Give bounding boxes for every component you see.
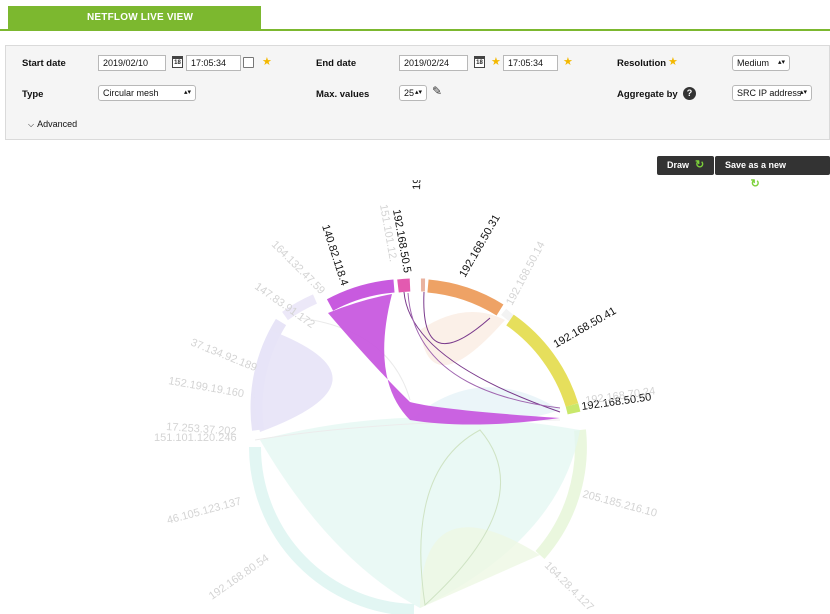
refresh-icon: ↻ xyxy=(695,159,705,171)
tab-underline xyxy=(0,29,830,31)
type-value: Circular mesh xyxy=(103,88,159,98)
select-arrow-icon: ▴▾ xyxy=(183,89,191,96)
node-label-faded: 151.101.120.246 xyxy=(154,432,237,444)
faded-ribbon xyxy=(420,527,540,608)
end-time-input[interactable]: 17:05:34 xyxy=(503,55,558,71)
node-label-faded: 192.168.50.14 xyxy=(504,240,548,308)
node-label: 192.168.70.147 xyxy=(411,180,426,190)
resolution-value: Medium xyxy=(737,58,770,68)
end-date-input[interactable]: 2019/02/24 xyxy=(399,55,468,71)
resolution-label: Resolution xyxy=(617,58,667,69)
max-values-select[interactable]: 25 ▴▾ xyxy=(399,85,427,101)
save-as-new-filter-button[interactable]: Save as a new filter ↻ xyxy=(715,156,830,190)
faded-ribbon xyxy=(254,330,333,432)
select-arrow-icon: ▴▾ xyxy=(799,89,807,96)
start-date-label: Start date xyxy=(22,58,66,69)
node-label-faded: 152.199.19.160 xyxy=(167,375,244,400)
resolution-select[interactable]: Medium ▴▾ xyxy=(732,55,790,71)
node-label: 192.168.50.41 xyxy=(552,305,619,351)
advanced-toggle[interactable]: ⌵ Advanced xyxy=(28,119,77,130)
filter-panel: Start date 2019/02/10 18 17:05:34 ★ End … xyxy=(5,45,830,140)
end-date-label: End date xyxy=(316,58,357,69)
start-date-input[interactable]: 2019/02/10 xyxy=(98,55,166,71)
faded-arc xyxy=(501,308,514,322)
start-date-checkbox[interactable] xyxy=(243,57,254,68)
select-arrow-icon: ▴▾ xyxy=(777,59,785,66)
chord-diagram: 140.82.118.4192.168.50.5192.168.70.14719… xyxy=(154,180,658,614)
chevron-down-icon: ⌵ xyxy=(28,120,35,129)
calendar-icon[interactable]: 18 xyxy=(474,56,485,68)
max-values-value: 25 xyxy=(404,88,415,98)
node-label-faded: 37.134.92.189 xyxy=(189,337,259,374)
star-icon: ★ xyxy=(668,56,678,68)
advanced-label: Advanced xyxy=(37,119,78,129)
tab-bar: NETFLOW LIVE VIEW xyxy=(0,0,830,32)
max-values-label: Max. values xyxy=(316,89,370,100)
faded-ribbon xyxy=(260,417,580,608)
node-label: 192.168.50.31 xyxy=(457,213,503,280)
node-label: 140.82.118.4 xyxy=(319,223,350,287)
draw-label: Draw xyxy=(667,160,690,170)
star-icon: ★ xyxy=(563,56,573,68)
start-time-input[interactable]: 17:05:34 xyxy=(186,55,241,71)
star-icon: ★ xyxy=(491,56,501,68)
tab-netflow-live-view[interactable]: NETFLOW LIVE VIEW xyxy=(8,6,261,31)
node-label-faded: 164.132.47.59 xyxy=(269,239,327,297)
node-label-faded: 46.105.123.137 xyxy=(166,496,243,527)
arc-192-168-50-50 xyxy=(565,403,581,415)
help-icon[interactable]: ? xyxy=(683,87,696,100)
aggregate-by-label: Aggregate by xyxy=(617,89,678,100)
calendar-icon[interactable]: 18 xyxy=(172,56,183,68)
star-icon: ★ xyxy=(262,56,272,68)
node-label-faded: 164.28.4.127 xyxy=(542,560,596,614)
aggregate-by-select[interactable]: SRC IP address ▴▾ xyxy=(732,85,812,101)
draw-button[interactable]: Draw ↻ xyxy=(657,156,715,175)
arc-192-168-50-31 xyxy=(427,279,504,316)
type-label: Type xyxy=(22,89,44,100)
node-label-faded: 192.168.80.54 xyxy=(207,552,272,602)
pencil-icon[interactable]: ✎ xyxy=(432,84,442,98)
aggregate-by-value: SRC IP address xyxy=(737,88,802,98)
select-arrow-icon: ▴▾ xyxy=(414,89,422,96)
arc-192-168-50-5 xyxy=(397,278,411,293)
type-select[interactable]: Circular mesh ▴▾ xyxy=(98,85,196,101)
node-label-faded: 205.185.216.10 xyxy=(581,488,658,519)
